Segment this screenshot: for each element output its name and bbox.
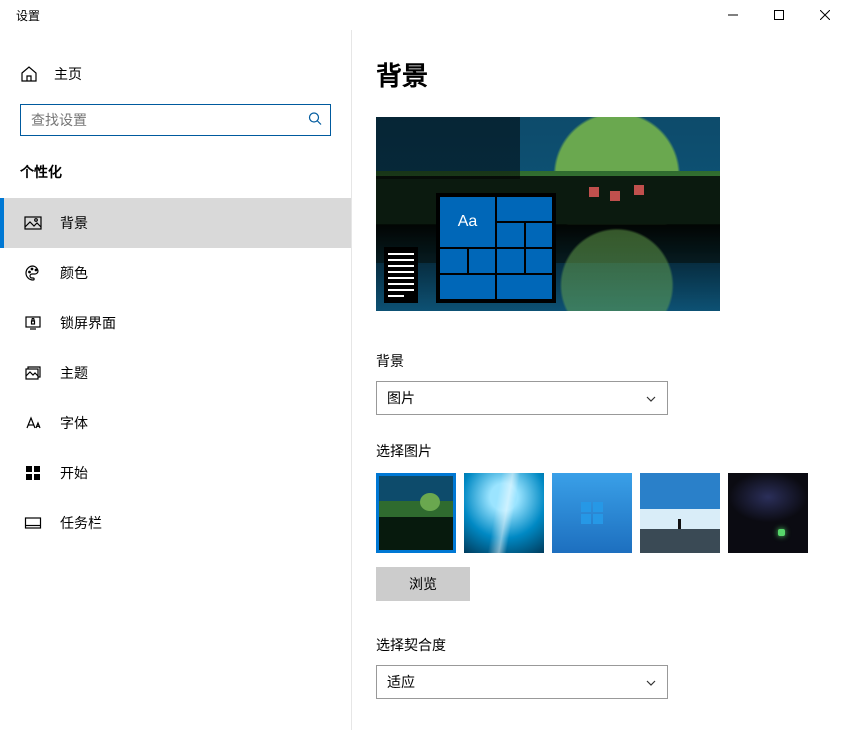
sidebar-item-label: 字体 [60,413,88,433]
background-label: 背景 [376,351,824,371]
palette-icon [24,264,42,282]
taskbar-icon [24,514,42,532]
fit-dropdown-value: 适应 [387,672,415,692]
background-dropdown[interactable]: 图片 [376,381,668,415]
search-input[interactable] [21,105,296,135]
sidebar-item-fonts[interactable]: 字体 [0,398,351,448]
desktop-preview: Aa [376,117,720,311]
minimize-icon [728,10,738,20]
sidebar-item-label: 颜色 [60,263,88,283]
titlebar: 设置 [0,0,848,30]
section-header: 个性化 [0,154,351,188]
sidebar: 主页 个性化 背景颜色锁屏界面主题字体开始任务栏 [0,30,352,730]
sidebar-item-taskbar[interactable]: 任务栏 [0,498,351,548]
content[interactable]: 背景 Aa 背景 图片 选择图 [352,30,848,730]
window-controls [710,0,848,30]
close-button[interactable] [802,0,848,30]
sidebar-item-label: 背景 [60,213,88,233]
nav-list: 背景颜色锁屏界面主题字体开始任务栏 [0,198,351,548]
minimize-button[interactable] [710,0,756,30]
maximize-icon [774,10,784,20]
sidebar-item-label: 主题 [60,363,88,383]
home-label: 主页 [54,64,82,84]
thumbnail-beach[interactable] [640,473,720,553]
search-box[interactable] [20,104,331,136]
preview-tile-text: Aa [440,197,495,247]
preview-start-tiles: Aa [436,193,556,303]
picture-icon [24,214,42,232]
maximize-button[interactable] [756,0,802,30]
preview-taskbar [384,247,418,303]
fit-label: 选择契合度 [376,635,824,655]
start-icon [24,464,42,482]
close-icon [820,10,830,20]
fit-dropdown[interactable]: 适应 [376,665,668,699]
sidebar-item-label: 锁屏界面 [60,313,116,333]
app-title: 设置 [0,7,40,24]
sidebar-item-picture[interactable]: 背景 [0,198,351,248]
thumbnail-windows-default[interactable] [552,473,632,553]
chevron-down-icon [645,676,657,688]
chevron-down-icon [645,392,657,404]
choose-picture-label: 选择图片 [376,441,824,461]
sidebar-item-lockscreen[interactable]: 锁屏界面 [0,298,351,348]
page-title: 背景 [376,56,824,93]
themes-icon [24,364,42,382]
sidebar-item-label: 任务栏 [60,513,102,533]
sidebar-item-palette[interactable]: 颜色 [0,248,351,298]
browse-button[interactable]: 浏览 [376,567,470,601]
thumbnail-night-sky-tent[interactable] [728,473,808,553]
picture-thumbnails [376,473,824,553]
background-dropdown-value: 图片 [387,388,415,408]
browse-button-label: 浏览 [409,574,437,594]
thumbnail-landscape-reflection[interactable] [376,473,456,553]
search-icon [308,112,322,129]
lockscreen-icon [24,314,42,332]
sidebar-item-themes[interactable]: 主题 [0,348,351,398]
home-icon [20,65,38,83]
sidebar-item-start[interactable]: 开始 [0,448,351,498]
thumbnail-underwater[interactable] [464,473,544,553]
fonts-icon [24,414,42,432]
home-link[interactable]: 主页 [0,50,351,98]
sidebar-item-label: 开始 [60,463,88,483]
search-wrap [0,104,351,136]
